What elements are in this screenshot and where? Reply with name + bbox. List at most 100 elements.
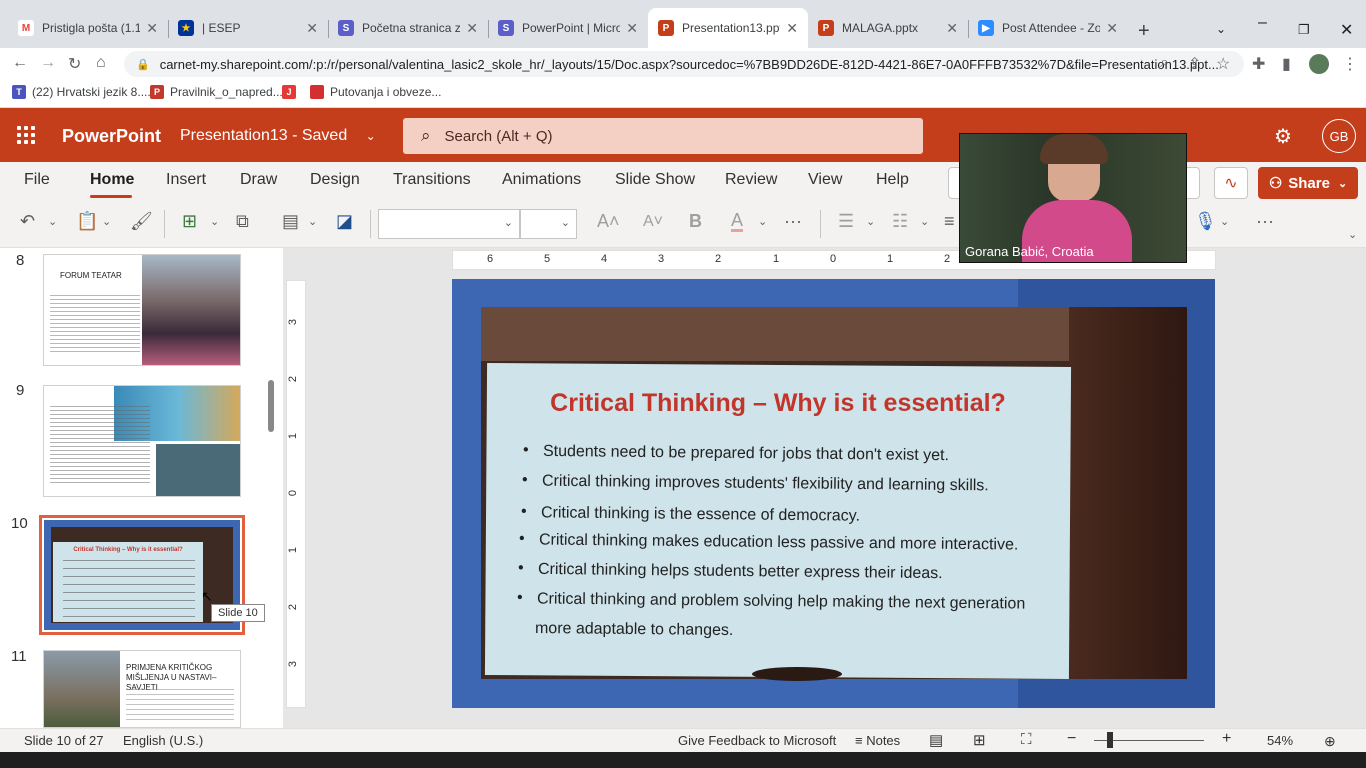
tab-draw[interactable]: Draw — [240, 171, 277, 189]
align-text-icon[interactable]: ≡ — [944, 211, 955, 232]
zoom-lens-icon[interactable]: ⌕ — [1160, 54, 1169, 72]
feedback-link[interactable]: Give Feedback to Microsoft — [678, 733, 836, 748]
new-tab-button[interactable]: + — [1138, 20, 1150, 43]
tab-view[interactable]: View — [808, 171, 842, 189]
format-painter-icon[interactable]: 🖌 — [130, 211, 153, 232]
chevron-down-icon[interactable]: ⌄ — [210, 215, 219, 228]
close-icon[interactable]: ✕ — [146, 20, 158, 37]
window-close-icon[interactable]: ✕ — [1340, 20, 1353, 40]
back-arrow-icon[interactable]: ← — [12, 54, 28, 72]
shrink-font-icon[interactable]: A˅ — [643, 213, 663, 231]
url-text: carnet-my.sharepoint.com/:p:/r/personal/… — [159, 56, 1219, 72]
font-size-input[interactable]: ⌄ — [520, 209, 577, 239]
chevron-down-icon[interactable]: ⌄ — [758, 215, 767, 228]
chevron-down-icon[interactable]: ⌄ — [920, 215, 929, 228]
reuse-slides-icon[interactable]: ⧉ — [236, 211, 249, 232]
app-launcher-icon[interactable] — [17, 126, 35, 144]
share-page-icon[interactable]: ⇪ — [1188, 54, 1201, 74]
new-slide-icon[interactable]: ⊞ — [182, 211, 197, 232]
background-icon[interactable]: ◪ — [336, 211, 353, 232]
reload-icon[interactable]: ↻ — [68, 54, 81, 74]
current-slide[interactable]: Critical Thinking – Why is it essential?… — [452, 279, 1215, 708]
tab-insert[interactable]: Insert — [166, 171, 206, 189]
zoom-in-icon[interactable]: + — [1222, 730, 1231, 748]
slide-sorter-icon[interactable]: ⊞ — [973, 731, 986, 749]
browser-tab-malaga[interactable]: P MALAGA.pptx ✕ — [808, 8, 968, 48]
tab-file[interactable]: File — [24, 171, 50, 189]
app-brand[interactable]: PowerPoint — [62, 126, 161, 147]
browser-tab-presentation13[interactable]: P Presentation13.pptx ✕ — [648, 8, 808, 48]
chevron-down-icon[interactable]: ⌄ — [866, 215, 875, 228]
more-options-icon[interactable]: ··· — [1256, 211, 1274, 232]
bookmark-item[interactable]: P Pravilnik_o_napred... — [150, 85, 283, 99]
tab-review[interactable]: Review — [725, 171, 777, 189]
dictate-microphone-icon[interactable]: 🎙 — [1194, 211, 1217, 232]
profile-avatar[interactable] — [1309, 54, 1329, 74]
tab-home[interactable]: Home — [90, 171, 134, 189]
chevron-down-icon[interactable]: ⌄ — [1220, 215, 1229, 228]
slide-counter[interactable]: Slide 10 of 27 — [24, 733, 104, 748]
tab-animations[interactable]: Animations — [502, 171, 581, 189]
tab-help[interactable]: Help — [876, 171, 909, 189]
slide-thumbnail-11[interactable]: PRIMJENA KRITIČKOG MIŠLJENJA U NASTAVI– … — [43, 650, 241, 728]
tab-slide-show[interactable]: Slide Show — [615, 171, 695, 189]
restore-icon[interactable]: ❐ — [1298, 22, 1310, 38]
share-button[interactable]: ⚇ Share ⌄ — [1258, 167, 1358, 199]
tab-transitions[interactable]: Transitions — [393, 171, 471, 189]
minimize-icon[interactable]: – — [1258, 14, 1267, 32]
normal-view-icon[interactable]: ▤ — [929, 731, 943, 749]
browser-tab-sharepoint-home[interactable]: S Početna stranica za | N ✕ — [328, 8, 488, 48]
close-icon[interactable]: ✕ — [466, 20, 478, 37]
close-icon[interactable]: ✕ — [626, 20, 638, 37]
bookmark-item[interactable]: T (22) Hrvatski jezik 8.... — [12, 85, 151, 99]
activity-icon[interactable]: ∿ — [1214, 167, 1248, 199]
forward-arrow-icon[interactable]: → — [40, 54, 56, 72]
reading-view-icon[interactable]: ⛶ — [1021, 731, 1032, 748]
settings-gear-icon[interactable]: ⚙ — [1274, 124, 1292, 149]
undo-icon[interactable]: ↶ — [20, 211, 35, 232]
browser-menu-icon[interactable]: ⋮ — [1342, 54, 1358, 74]
document-title[interactable]: Presentation13 - Saved ⌄ — [180, 127, 376, 145]
close-icon[interactable]: ✕ — [1106, 20, 1118, 37]
close-icon[interactable]: ✕ — [946, 20, 958, 37]
clipboard-icon[interactable]: 📋 — [76, 211, 98, 232]
extensions-icon[interactable]: ✚ — [1252, 54, 1265, 74]
tab-search-icon[interactable]: ⌄ — [1216, 22, 1226, 36]
ribbon-collapse-chevron-icon[interactable]: ⌄ — [1348, 228, 1357, 241]
thumbnails-scrollbar[interactable] — [268, 380, 274, 432]
browser-tab-gmail[interactable]: M Pristigla pošta (1.133) ✕ — [8, 8, 168, 48]
more-font-options-icon[interactable]: ··· — [784, 211, 802, 232]
zoom-level[interactable]: 54% — [1267, 733, 1293, 748]
address-bar[interactable]: 🔒 carnet-my.sharepoint.com/:p:/r/persona… — [124, 51, 1244, 77]
chevron-down-icon[interactable]: ⌄ — [102, 215, 111, 228]
browser-tab-powerpoint-microsoft[interactable]: S PowerPoint | Microsoft ✕ — [488, 8, 648, 48]
fit-to-window-icon[interactable]: ⊕ — [1324, 733, 1336, 750]
search-input[interactable]: ⌕ Search (Alt + Q) — [403, 118, 923, 154]
grow-font-icon[interactable]: A˄ — [597, 211, 620, 232]
layout-icon[interactable]: ▤ — [282, 211, 299, 232]
close-icon[interactable]: ✕ — [786, 20, 798, 37]
bookmark-item[interactable]: J — [282, 85, 302, 99]
numbering-icon[interactable]: ☷ — [892, 211, 908, 232]
side-panel-icon[interactable]: ▮ — [1282, 54, 1291, 74]
zoom-out-icon[interactable]: − — [1067, 730, 1076, 748]
chevron-down-icon[interactable]: ⌄ — [308, 215, 317, 228]
chevron-down-icon[interactable]: ⌄ — [48, 215, 57, 228]
slide-thumbnail-9[interactable] — [43, 385, 241, 497]
slide-thumbnail-8[interactable]: FORUM TEATAR — [43, 254, 241, 366]
user-avatar[interactable]: GB — [1322, 119, 1356, 153]
language-indicator[interactable]: English (U.S.) — [123, 733, 203, 748]
browser-tab-zoom[interactable]: ▶ Post Attendee - Zoom ✕ — [968, 8, 1128, 48]
bullets-icon[interactable]: ☰ — [838, 211, 854, 232]
home-icon[interactable]: ⌂ — [96, 54, 106, 72]
tab-design[interactable]: Design — [310, 171, 360, 189]
font-name-input[interactable]: ⌄ — [378, 209, 520, 239]
close-icon[interactable]: ✕ — [306, 20, 318, 37]
bold-icon[interactable]: B — [689, 211, 702, 232]
notes-button[interactable]: ≡ Notes — [855, 733, 900, 748]
bookmark-star-icon[interactable]: ☆ — [1216, 54, 1230, 74]
browser-tab-esep[interactable]: ★ | ESEP ✕ — [168, 8, 328, 48]
bookmark-item[interactable]: Putovanja i obveze... — [310, 85, 441, 99]
zoom-slider-thumb[interactable] — [1107, 732, 1113, 748]
font-color-icon[interactable]: A — [731, 211, 744, 232]
